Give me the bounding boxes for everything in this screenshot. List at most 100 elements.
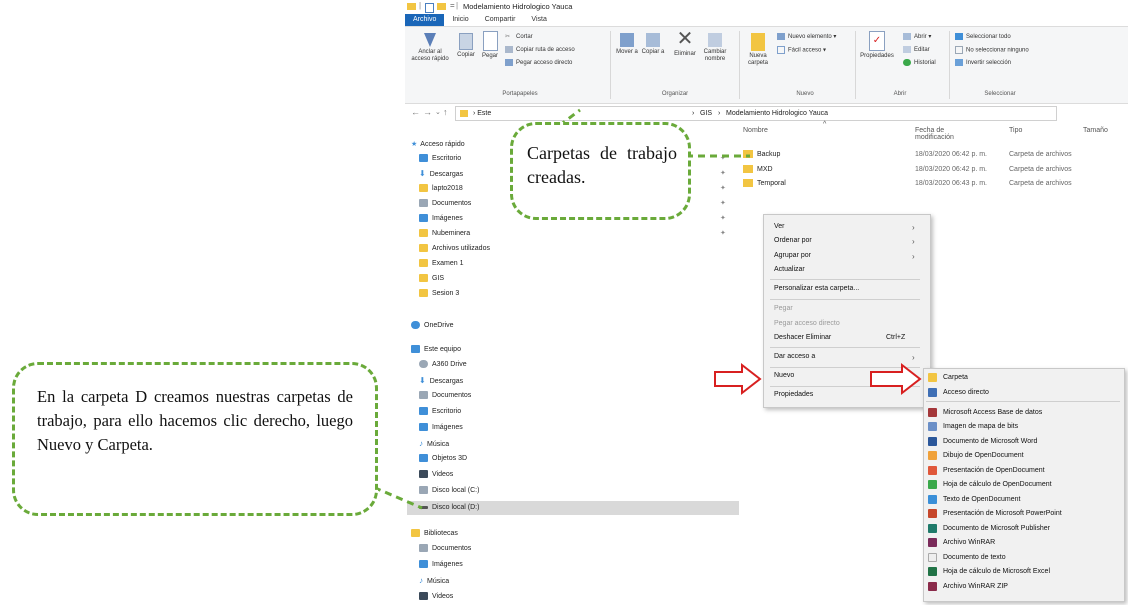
nav-disco-d-selected[interactable]: Disco local (D:) — [407, 501, 739, 515]
nav-this-pc[interactable]: Este equipo — [411, 343, 461, 357]
move-to-button[interactable]: Mover a — [615, 33, 639, 56]
select-none-button[interactable]: No seleccionar ninguno — [955, 46, 1029, 54]
submenu-item[interactable]: Documento de Microsoft Publisher — [928, 522, 1050, 536]
nav-item[interactable]: Documentos — [419, 197, 471, 211]
paste-button[interactable]: Pegar — [479, 31, 501, 60]
col-date[interactable]: Fecha de modificación — [915, 127, 954, 141]
menu-item-deshacer[interactable]: Deshacer Eliminar Ctrl+Z — [774, 334, 905, 341]
submenu-item[interactable]: Hoja de cálculo de OpenDocument — [928, 478, 1052, 492]
nav-item[interactable]: Escritorio — [419, 152, 461, 166]
rename-button[interactable]: Cambiar nombre — [701, 33, 729, 63]
submenu-item[interactable]: Archivo WinRAR ZIP — [928, 580, 1008, 594]
new-folder-button[interactable]: Nueva carpeta — [743, 33, 773, 67]
tab-vista[interactable]: Vista — [523, 14, 554, 26]
submenu-item[interactable]: Texto de OpenDocument — [928, 493, 1020, 507]
paste-shortcut-icon — [505, 59, 513, 66]
nav-item[interactable]: Imágenes — [419, 558, 463, 572]
submenu-item[interactable]: Documento de Microsoft Word — [928, 435, 1037, 449]
new-item-button[interactable]: Nuevo elemento ▾ — [777, 33, 836, 40]
submenu-item[interactable]: Imagen de mapa de bits — [928, 420, 1018, 434]
submenu-item-carpeta[interactable]: Carpeta — [928, 371, 968, 385]
breadcrumb-current[interactable]: Modelamiento Hidrologico Yauca — [726, 107, 828, 120]
nav-item[interactable]: ♪ Música — [419, 574, 449, 588]
menu-item-personalizar[interactable]: Personalizar esta carpeta... — [774, 285, 859, 292]
breadcrumb-este[interactable]: Este — [477, 110, 491, 117]
nav-onedrive[interactable]: OneDrive — [411, 319, 454, 333]
nav-item[interactable]: Examen 1 — [419, 257, 464, 271]
nav-item[interactable]: Sesion 3 — [419, 287, 459, 301]
copy-path-button[interactable]: Copiar ruta de acceso — [505, 46, 575, 53]
nav-item[interactable]: Archivos utilizados — [419, 242, 490, 256]
callout-top-text: Carpetas de trabajo creadas. — [527, 143, 677, 187]
col-type[interactable]: Tipo — [1009, 127, 1022, 134]
menu-item-ver[interactable]: Ver › — [774, 223, 915, 232]
edit-button[interactable]: Editar — [903, 46, 930, 53]
open-button[interactable]: Abrir ▾ — [903, 33, 931, 40]
submenu-item[interactable]: Hoja de cálculo de Microsoft Excel — [928, 565, 1050, 579]
pin-icon[interactable]: ✦ — [720, 184, 726, 192]
breadcrumb-gis[interactable]: GIS — [700, 107, 712, 120]
nav-libraries[interactable]: Bibliotecas — [411, 527, 458, 541]
menu-item-dar-acceso[interactable]: Dar acceso a › — [774, 353, 915, 362]
delete-button[interactable]: ✕ Eliminar — [671, 29, 699, 58]
submenu-item[interactable]: Documento de texto — [928, 551, 1006, 565]
nav-item[interactable]: Imágenes — [419, 421, 463, 435]
tab-archivo[interactable]: Archivo — [405, 14, 445, 26]
nav-item[interactable]: ♪ Música — [419, 437, 449, 451]
nav-item[interactable]: GIS — [419, 272, 444, 286]
menu-item-agrupar[interactable]: Agrupar por › — [774, 252, 915, 261]
forward-arrow-icon[interactable]: → — [423, 107, 432, 117]
cut-button[interactable]: ✂ Cortar — [505, 33, 533, 40]
pictures-icon — [419, 560, 428, 569]
properties-button[interactable]: ✓ Propiedades — [857, 31, 897, 60]
pin-icon[interactable]: ✦ — [720, 199, 726, 207]
col-name[interactable]: Nombre — [743, 127, 768, 134]
table-row[interactable]: Temporal 18/03/2020 06:43 p. m. Carpeta … — [743, 177, 1072, 190]
nav-quick-access[interactable]: ★ Acceso rápido — [411, 138, 465, 152]
submenu-item[interactable]: Dibujo de OpenDocument — [928, 449, 1024, 463]
nav-item[interactable]: Escritorio — [419, 405, 461, 419]
new-folder-icon[interactable] — [437, 3, 446, 10]
menu-item-actualizar[interactable]: Actualizar — [774, 266, 805, 273]
pin-quick-access-button[interactable]: Anclar al acceso rápido — [409, 33, 451, 63]
submenu-item[interactable]: Presentación de OpenDocument — [928, 464, 1045, 478]
invert-selection-button[interactable]: Invertir selección — [955, 59, 1011, 66]
pin-icon[interactable]: ✦ — [720, 214, 726, 222]
menu-item-ordenar[interactable]: Ordenar por › — [774, 237, 915, 246]
nav-item[interactable]: Imágenes — [419, 212, 463, 226]
submenu-item[interactable]: Presentación de Microsoft PowerPoint — [928, 507, 1062, 521]
winrar-icon — [928, 537, 937, 547]
nav-item[interactable]: Nubeminera — [419, 227, 470, 241]
col-size[interactable]: Tamaño — [1083, 127, 1108, 134]
recent-chevron-icon[interactable]: ⌄ — [435, 108, 441, 116]
nav-item[interactable]: Videos — [419, 590, 453, 604]
ribbon: Anclar al acceso rápido Copiar Pegar ✂ Co… — [405, 26, 1128, 104]
submenu-item[interactable]: Microsoft Access Base de datos — [928, 406, 1042, 420]
properties-icon[interactable] — [425, 3, 434, 13]
submenu-item-acceso-directo[interactable]: Acceso directo — [928, 386, 989, 400]
nav-item[interactable]: Objetos 3D — [419, 452, 467, 466]
nav-item[interactable]: ⬇ Descargas — [419, 167, 463, 181]
history-button[interactable]: Historial — [903, 59, 936, 66]
up-arrow-icon[interactable]: ↑ — [443, 107, 448, 117]
nav-item[interactable]: A360 Drive — [419, 358, 467, 372]
easy-access-button[interactable]: Fácil acceso ▾ — [777, 46, 826, 54]
paste-shortcut-button[interactable]: Pegar acceso directo — [505, 59, 572, 66]
menu-item-nuevo[interactable]: Nuevo — [774, 372, 794, 379]
folder-icon — [743, 165, 753, 174]
quick-access-dropdown-icon[interactable]: = — [450, 1, 455, 10]
select-all-button[interactable]: Seleccionar todo — [955, 33, 1011, 40]
pin-icon[interactable]: ✦ — [720, 229, 726, 237]
nav-item[interactable]: Documentos — [419, 389, 471, 403]
copy-button[interactable]: Copiar — [455, 33, 477, 59]
menu-item-propiedades[interactable]: Propiedades — [774, 391, 813, 398]
tab-inicio[interactable]: Inicio — [444, 14, 476, 26]
back-arrow-icon[interactable]: ← — [411, 107, 420, 117]
nav-item[interactable]: Documentos — [419, 542, 471, 556]
nav-item[interactable]: lapto2018 — [419, 182, 463, 196]
copy-to-button[interactable]: Copiar a — [641, 33, 665, 56]
tab-compartir[interactable]: Compartir — [477, 14, 524, 26]
pin-icon[interactable]: ✦ — [720, 169, 726, 177]
nav-item[interactable]: ⬇ Descargas — [419, 374, 463, 388]
submenu-item[interactable]: Archivo WinRAR — [928, 536, 995, 550]
